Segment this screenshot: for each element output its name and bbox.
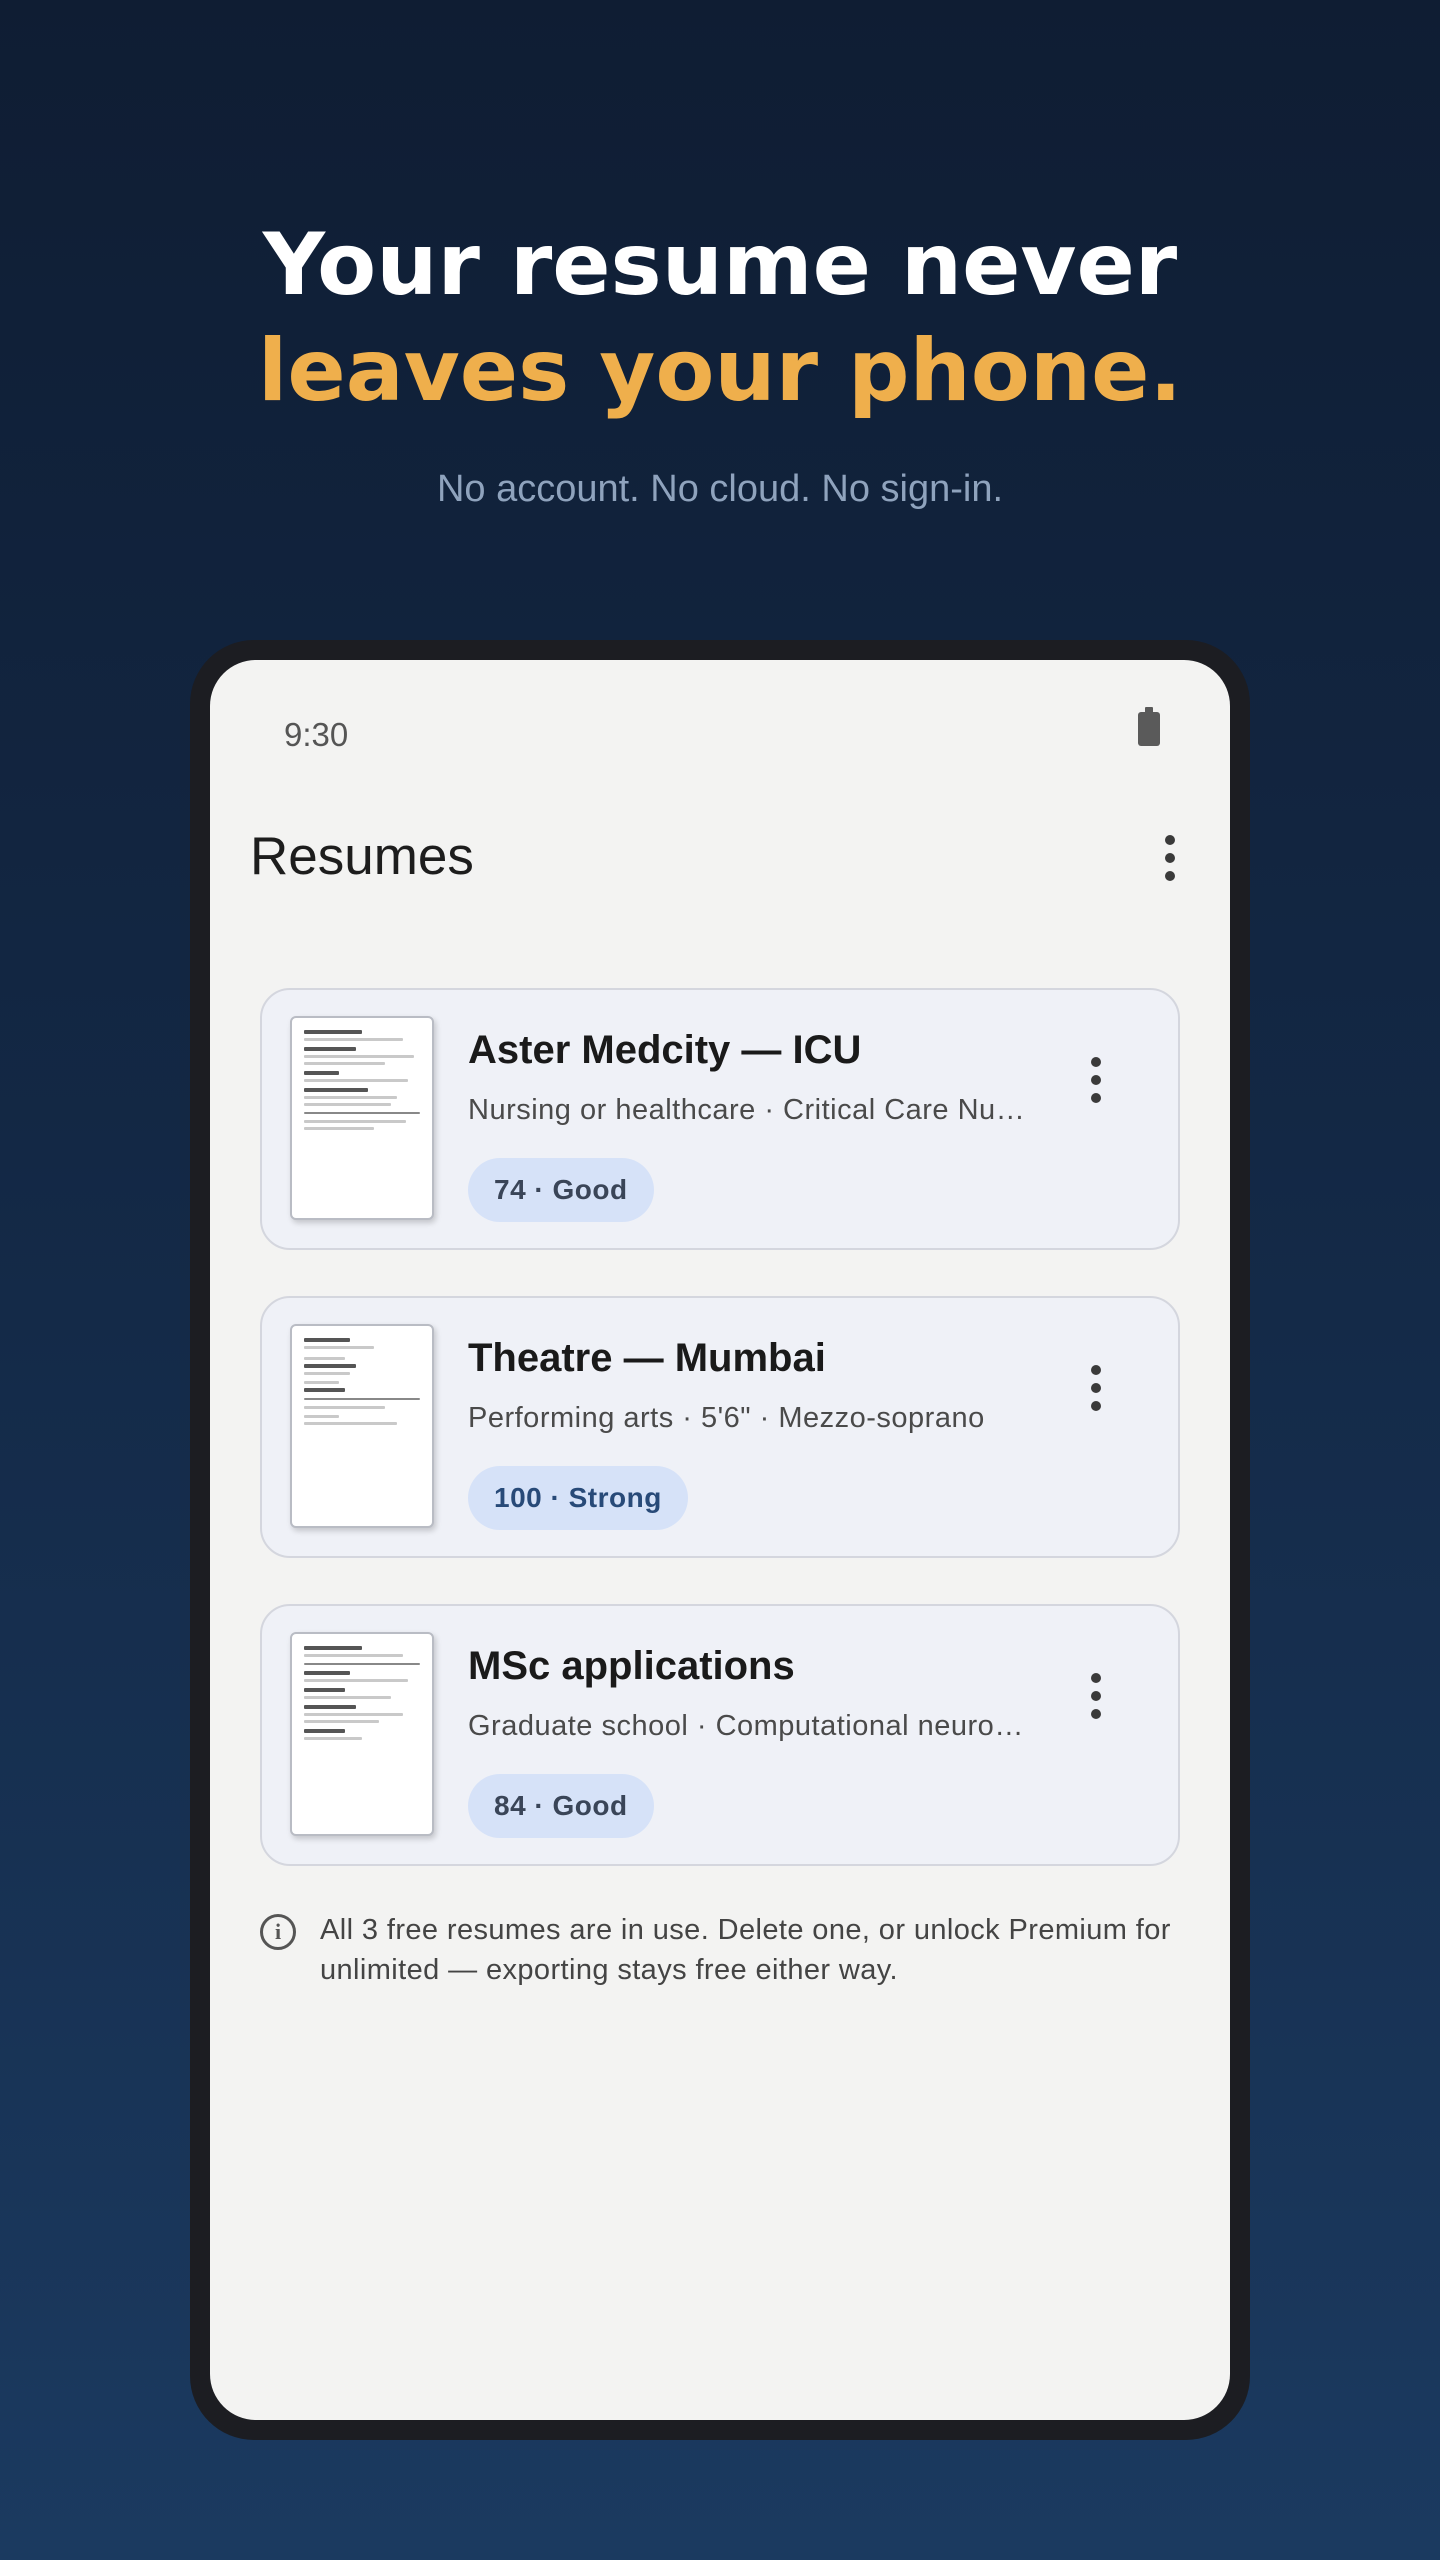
score-badge: 84 · Good [468,1774,654,1838]
hero-subtitle: No account. No cloud. No sign-in. [436,468,1004,510]
phone-frame: 9:30 Resumes Aster Medcity — ICU Nursing… [190,640,1250,2440]
resume-thumbnail [290,1016,434,1220]
status-time: 9:30 [284,716,349,753]
hero-headline-line1: Your resume never [262,215,1178,315]
hero-headline-line2: leaves your phone. [257,321,1183,421]
score-badge: 100 · Strong [468,1466,688,1530]
resume-thumbnail [290,1324,434,1528]
info-icon: i [260,1914,296,1950]
resume-title: Theatre — Mumbai [468,1336,826,1380]
more-vert-icon[interactable] [1150,828,1190,888]
notice-text: All 3 free resumes are in use. Delete on… [320,1914,1171,1986]
resume-card[interactable]: MSc applications Graduate school · Compu… [260,1604,1180,1866]
score-badge: 74 · Good [468,1158,654,1222]
more-vert-icon[interactable] [1076,1358,1116,1418]
resume-card[interactable]: Theatre — Mumbai Performing arts · 5'6" … [260,1296,1180,1558]
resume-card[interactable]: Aster Medcity — ICU Nursing or healthcar… [260,988,1180,1250]
more-vert-icon[interactable] [1076,1050,1116,1110]
phone-screen: 9:30 Resumes Aster Medcity — ICU Nursing… [210,660,1230,2420]
resume-title: Aster Medcity — ICU [468,1028,862,1072]
battery-icon [1138,707,1160,746]
resume-title: MSc applications [468,1644,795,1688]
resume-subtitle: Graduate school · Computational neurosci… [468,1710,1028,1742]
page-title: Resumes [250,827,474,886]
resume-subtitle: Performing arts · 5'6" · Mezzo-soprano [468,1402,985,1434]
more-vert-icon[interactable] [1076,1666,1116,1726]
resume-subtitle: Nursing or healthcare · Critical Care Nu… [468,1094,1028,1126]
hero: Your resume never leaves your phone. No … [0,212,1440,511]
resume-thumbnail [290,1632,434,1836]
